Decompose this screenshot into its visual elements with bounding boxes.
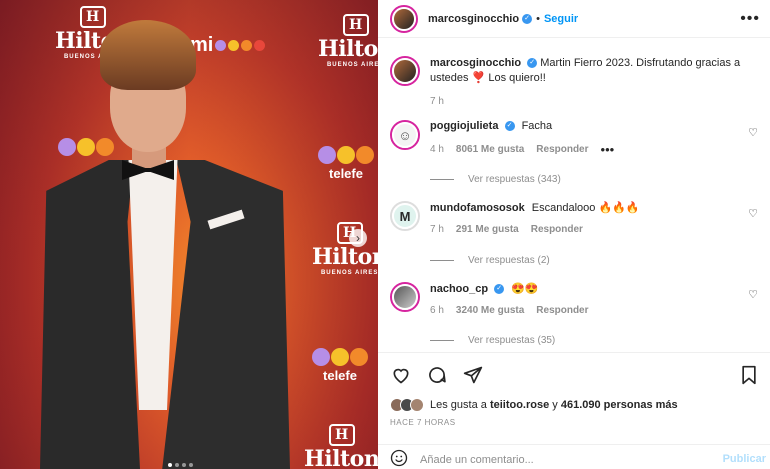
comment-input[interactable] (420, 453, 690, 466)
liker-avatar (410, 398, 424, 412)
telefe-logo: telefe (312, 348, 368, 383)
verified-icon: ✓ (527, 58, 538, 69)
publish-button[interactable]: Publicar (723, 453, 766, 465)
carousel-indicator (168, 463, 193, 467)
commenter-avatar[interactable] (390, 282, 420, 312)
author-username[interactable]: marcosginocchio (428, 13, 519, 25)
likes-conj: y (552, 399, 558, 411)
commenter-avatar[interactable]: ☺ (390, 120, 420, 150)
comment-likes[interactable]: 8061 Me gusta (456, 144, 524, 155)
heart-icon[interactable] (390, 364, 412, 386)
like-comment-icon[interactable]: ♡ (748, 288, 758, 301)
verified-icon: ✓ (494, 284, 505, 295)
comment-likes[interactable]: 291 Me gusta (456, 224, 519, 235)
carousel-next-button[interactable]: › (349, 229, 367, 247)
hilton-logo: H Hilton BUENOS AIRES (312, 222, 378, 276)
comment-more-button[interactable]: ••• (601, 142, 615, 157)
view-replies-button[interactable]: Ver respuestas (343) (430, 174, 561, 185)
verified-icon: ✓ (504, 121, 515, 132)
reply-button[interactable]: Responder (536, 144, 588, 155)
person-figure (40, 20, 290, 469)
comment-icon[interactable] (426, 364, 448, 386)
post-photo[interactable]: H Hilton BUENOS AIRES H Hilton BUENOS AI… (0, 0, 378, 469)
reply-button[interactable]: Responder (536, 305, 588, 316)
commenter-username[interactable]: poggiojulieta (430, 120, 498, 132)
more-options-button[interactable]: ••• (740, 10, 760, 28)
author-avatar[interactable] (390, 4, 418, 33)
verified-icon: ✓ (522, 13, 533, 24)
comment-text: Escandalooo 🔥🔥🔥 (531, 202, 640, 214)
commenter-username[interactable]: mundofamososok (430, 202, 525, 214)
comment-text: 😍😍 (511, 283, 539, 295)
follow-button[interactable]: Seguir (544, 13, 578, 25)
likes-prefix: Les gusta a (430, 399, 487, 411)
add-comment-bar: Publicar (378, 444, 770, 469)
post-caption: marcosginocchio ✓ Martin Fierro 2023. Di… (390, 56, 760, 109)
caption-username[interactable]: marcosginocchio (430, 57, 521, 69)
commenter-username[interactable]: nachoo_cp (430, 283, 488, 295)
comment-likes[interactable]: 3240 Me gusta (456, 305, 524, 316)
hilton-logo: H Hilton (304, 424, 378, 469)
comment-text: Facha (521, 120, 553, 132)
likes-summary: Les gusta a teiitoo.rose y 461.090 perso… (390, 398, 678, 412)
post-details-panel: marcosginocchio ✓ • Seguir ••• marcosgin… (378, 0, 770, 469)
post-time-ago: HACE 7 HORAS (390, 418, 456, 427)
comment-time: 4 h (430, 144, 444, 155)
author-avatar[interactable] (390, 56, 420, 86)
likes-count[interactable]: 461.090 personas más (561, 399, 678, 411)
hilton-logo: H Hilton BUENOS AIRES (318, 14, 378, 68)
post-actions-bar (378, 352, 770, 396)
view-replies-button[interactable]: Ver respuestas (2) (430, 255, 550, 266)
emoji-icon[interactable] (390, 449, 408, 469)
like-comment-icon[interactable]: ♡ (748, 207, 758, 220)
share-icon[interactable] (462, 364, 484, 386)
reply-button[interactable]: Responder (531, 224, 583, 235)
comment-item: ☺ poggiojulieta ✓ Facha 4 h 8061 Me gust… (390, 120, 760, 157)
post-header: marcosginocchio ✓ • Seguir ••• (378, 0, 770, 38)
caption-time: 7 h (430, 96, 444, 107)
telefe-logo: telefe (318, 146, 374, 181)
comment-time: 7 h (430, 224, 444, 235)
like-comment-icon[interactable]: ♡ (748, 126, 758, 139)
comment-time: 6 h (430, 305, 444, 316)
liker-username[interactable]: teiitoo.rose (490, 399, 549, 411)
view-replies-button[interactable]: Ver respuestas (35) (430, 335, 555, 346)
comment-item: M mundofamososok Escandalooo 🔥🔥🔥 7 h 291… (390, 201, 760, 235)
commenter-avatar[interactable]: M (390, 201, 420, 231)
comment-item: nachoo_cp ✓ 😍😍 6 h 3240 Me gusta Respond… (390, 282, 760, 316)
separator-dot: • (536, 12, 540, 25)
bookmark-icon[interactable] (738, 364, 760, 386)
